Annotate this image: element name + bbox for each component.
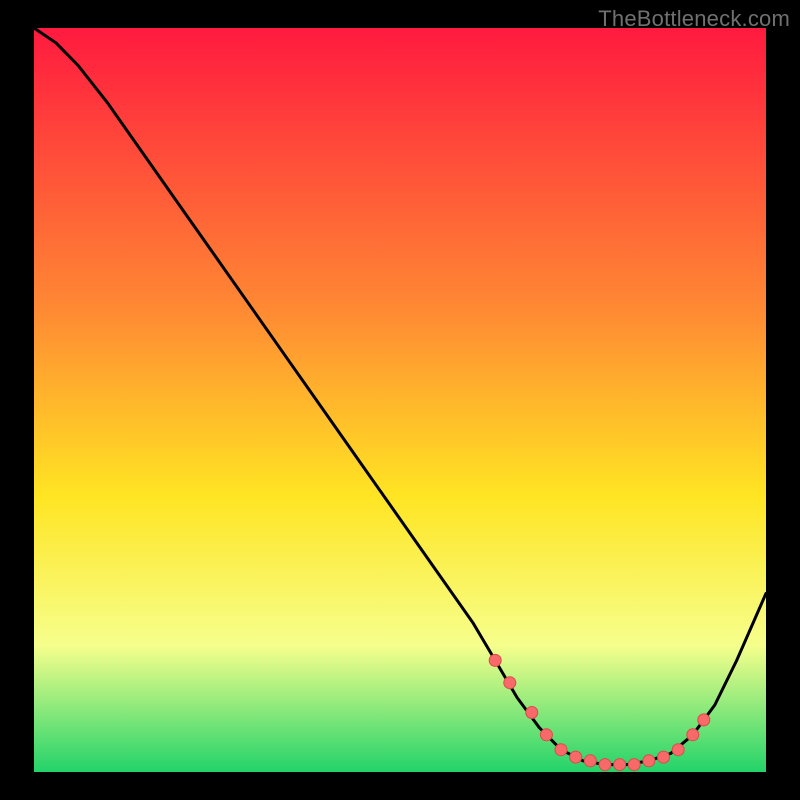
marker-point — [570, 751, 582, 763]
marker-point — [555, 744, 567, 756]
marker-point — [526, 707, 538, 719]
marker-point — [672, 744, 684, 756]
marker-point — [643, 755, 655, 767]
marker-point — [628, 759, 640, 771]
marker-point — [584, 755, 596, 767]
right-frame — [766, 0, 800, 800]
bottom-frame — [0, 772, 800, 800]
marker-point — [599, 759, 611, 771]
marker-point — [504, 677, 516, 689]
marker-point — [614, 759, 626, 771]
bottleneck-chart — [0, 0, 800, 800]
marker-point — [489, 654, 501, 666]
marker-point — [540, 729, 552, 741]
left-frame — [0, 0, 34, 800]
attribution-text: TheBottleneck.com — [598, 6, 790, 32]
marker-point — [698, 714, 710, 726]
plot-background — [34, 28, 766, 772]
marker-point — [658, 751, 670, 763]
marker-point — [687, 729, 699, 741]
